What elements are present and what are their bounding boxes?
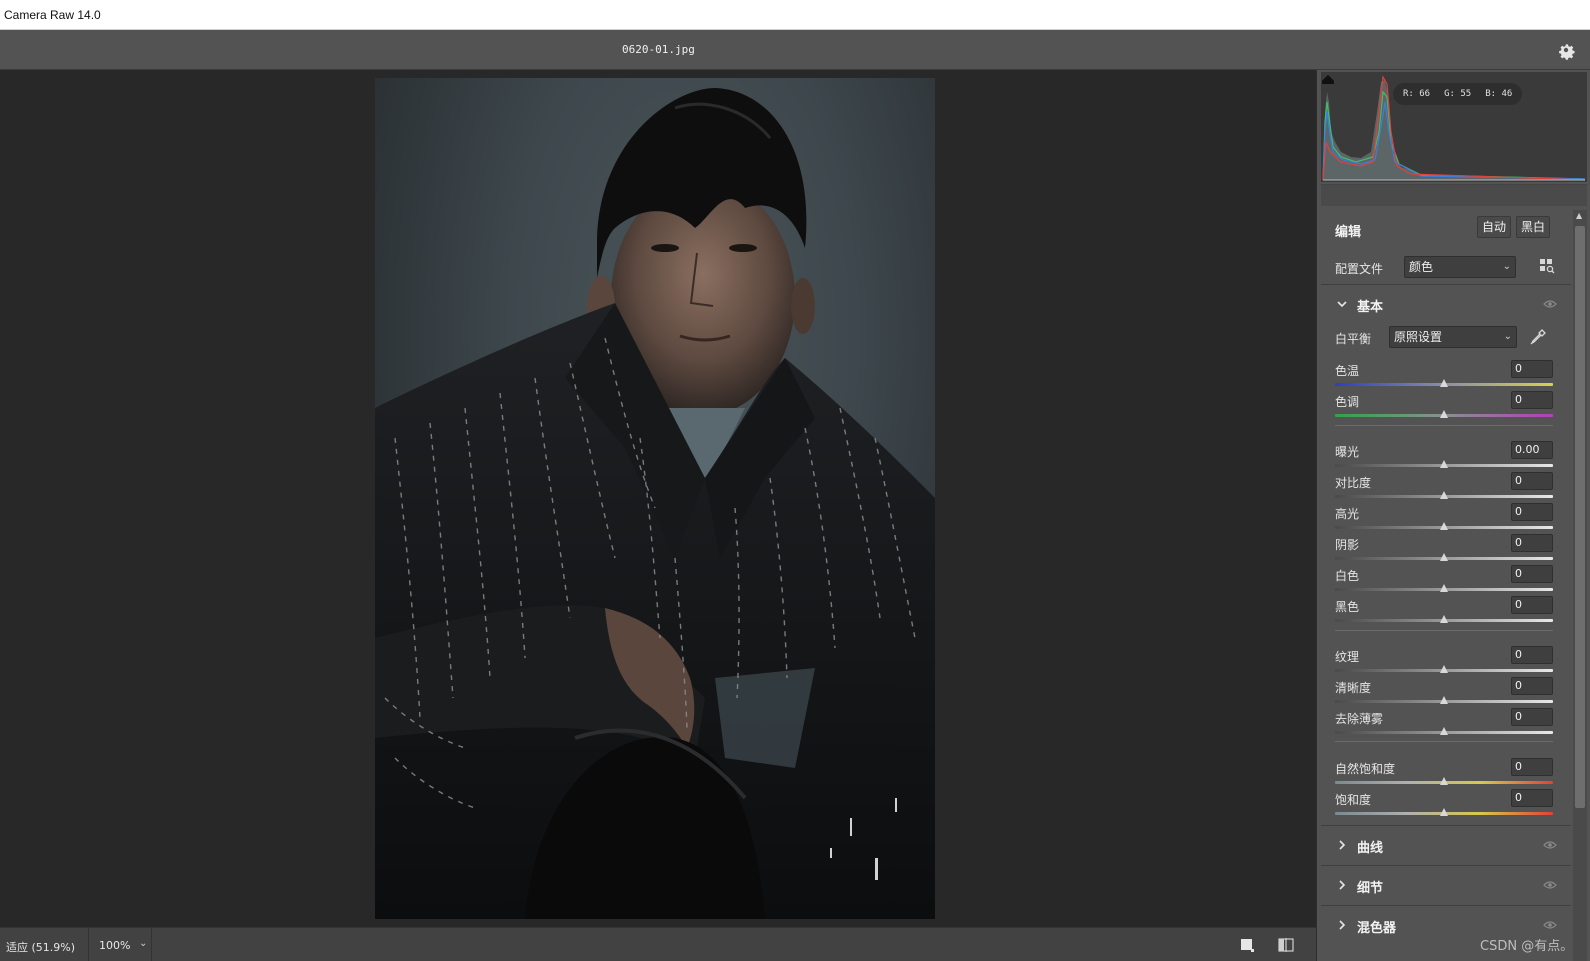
profile-value: 颜色	[1409, 260, 1434, 274]
scrollbar-thumb[interactable]	[1575, 226, 1585, 808]
slider-value-input[interactable]: 0	[1511, 758, 1553, 776]
single-view-icon[interactable]	[1240, 938, 1254, 952]
white-balance-label: 白平衡	[1335, 332, 1372, 346]
eyedropper-icon[interactable]	[1529, 328, 1547, 346]
compare-view-icon[interactable]	[1278, 937, 1294, 953]
slider-value-input[interactable]: 0.00	[1511, 441, 1553, 459]
chevron-down-icon: ⌄	[1503, 331, 1512, 342]
slider-thumb[interactable]	[1440, 410, 1448, 418]
section-title: 细节	[1357, 881, 1384, 896]
slider-value-input[interactable]: 0	[1511, 472, 1553, 490]
slider-label: 色调	[1335, 395, 1360, 409]
slider-value-input[interactable]: 0	[1511, 534, 1553, 552]
slider-thumb[interactable]	[1440, 808, 1448, 816]
highlight-clipping-icon[interactable]	[1321, 72, 1335, 86]
header-bar: 0620-01.jpg	[0, 30, 1590, 70]
profile-label: 配置文件	[1335, 262, 1384, 276]
slider-value-input[interactable]: 0	[1511, 503, 1553, 521]
histogram-divider	[1321, 184, 1587, 206]
section-title: 曲线	[1357, 841, 1384, 856]
slider-label: 白色	[1335, 569, 1360, 583]
slider-label: 饱和度	[1335, 793, 1372, 807]
slider-label: 自然饱和度	[1335, 762, 1396, 776]
section-title: 混色器	[1357, 921, 1397, 936]
histogram[interactable]: R: 66 G: 55 B: 46	[1321, 72, 1587, 182]
basic-section-header[interactable]: 基本	[1321, 284, 1571, 322]
eye-icon[interactable]	[1543, 840, 1557, 850]
green-readout: G: 55	[1444, 89, 1472, 99]
file-name: 0620-01.jpg	[622, 43, 695, 56]
slider-thumb[interactable]	[1440, 491, 1448, 499]
slider-label: 纹理	[1335, 650, 1360, 664]
chevron-down-icon: ⌄	[1502, 261, 1511, 272]
zoom-dropdown[interactable]: 100% ⌄	[88, 928, 152, 961]
slider-group-divider	[1335, 425, 1553, 426]
scroll-up-icon[interactable]: ▲	[1576, 211, 1582, 220]
eye-icon[interactable]	[1543, 880, 1557, 890]
slider-thumb[interactable]	[1440, 584, 1448, 592]
slider-label: 去除薄雾	[1335, 712, 1384, 726]
slider-thumb[interactable]	[1440, 727, 1448, 735]
slider-label: 阴影	[1335, 538, 1360, 552]
slider-thumb[interactable]	[1440, 553, 1448, 561]
white-balance-dropdown[interactable]: 原照设置 ⌄	[1389, 326, 1517, 348]
slider-thumb[interactable]	[1440, 460, 1448, 468]
photo-preview[interactable]	[375, 78, 935, 919]
image-canvas[interactable]	[0, 70, 1316, 927]
slider-value-input[interactable]: 0	[1511, 708, 1553, 726]
slider-label: 色温	[1335, 364, 1360, 378]
section-header[interactable]: 曲线	[1321, 825, 1571, 863]
edit-title: 编辑	[1335, 225, 1362, 240]
slider-label: 清晰度	[1335, 681, 1372, 695]
slider-thumb[interactable]	[1440, 665, 1448, 673]
status-bar: 适应 (51.9%) 100% ⌄	[0, 927, 1316, 961]
zoom-value: 100%	[99, 939, 131, 952]
black-white-button[interactable]: 黑白	[1516, 216, 1551, 238]
slider-thumb[interactable]	[1440, 379, 1448, 387]
slider-value-input[interactable]: 0	[1511, 677, 1553, 695]
watermark-text: CSDN @有点。	[1480, 939, 1574, 954]
chevron-down-icon: ⌄	[139, 938, 148, 949]
basic-title: 基本	[1357, 300, 1384, 315]
fit-zoom-label[interactable]: 适应 (51.9%)	[6, 939, 75, 955]
profile-dropdown[interactable]: 颜色 ⌄	[1404, 256, 1516, 278]
slider-group-divider	[1335, 741, 1553, 742]
slider-thumb[interactable]	[1440, 777, 1448, 785]
slider-value-input[interactable]: 0	[1511, 646, 1553, 664]
slider-label: 高光	[1335, 507, 1360, 521]
slider-value-input[interactable]: 0	[1511, 391, 1553, 409]
slider-thumb[interactable]	[1440, 696, 1448, 704]
slider-thumb[interactable]	[1440, 522, 1448, 530]
slider-label: 曝光	[1335, 445, 1360, 459]
slider-value-input[interactable]: 0	[1511, 789, 1553, 807]
rgb-readout: R: 66 G: 55 B: 46	[1393, 83, 1523, 105]
chevron-right-icon	[1339, 840, 1346, 850]
chevron-right-icon	[1339, 880, 1346, 890]
slider-value-input[interactable]: 0	[1511, 596, 1553, 614]
chevron-down-icon	[1337, 301, 1347, 308]
slider-thumb[interactable]	[1440, 615, 1448, 623]
chevron-right-icon	[1339, 920, 1346, 930]
slider-value-input[interactable]: 0	[1511, 565, 1553, 583]
gear-icon[interactable]	[1555, 39, 1577, 61]
window-title: Camera Raw 14.0	[4, 8, 101, 22]
slider-group-divider	[1335, 630, 1553, 631]
portrait-image	[375, 88, 935, 919]
blue-readout: B: 46	[1485, 89, 1513, 99]
slider-label: 黑色	[1335, 600, 1360, 614]
edit-panel: R: 66 G: 55 B: 46 ▲ 编辑 自动 黑白 配置文件 颜色 ⌄ 基本 …	[1316, 70, 1590, 961]
eye-icon[interactable]	[1543, 920, 1557, 930]
section-header[interactable]: 细节	[1321, 865, 1571, 903]
profile-browser-icon[interactable]	[1539, 258, 1555, 274]
auto-button[interactable]: 自动	[1477, 216, 1512, 238]
slider-value-input[interactable]: 0	[1511, 360, 1553, 378]
white-balance-value: 原照设置	[1394, 330, 1443, 344]
red-readout: R: 66	[1403, 89, 1431, 99]
title-bar: Camera Raw 14.0	[0, 0, 1590, 30]
eye-icon[interactable]	[1543, 299, 1557, 309]
slider-label: 对比度	[1335, 476, 1372, 490]
